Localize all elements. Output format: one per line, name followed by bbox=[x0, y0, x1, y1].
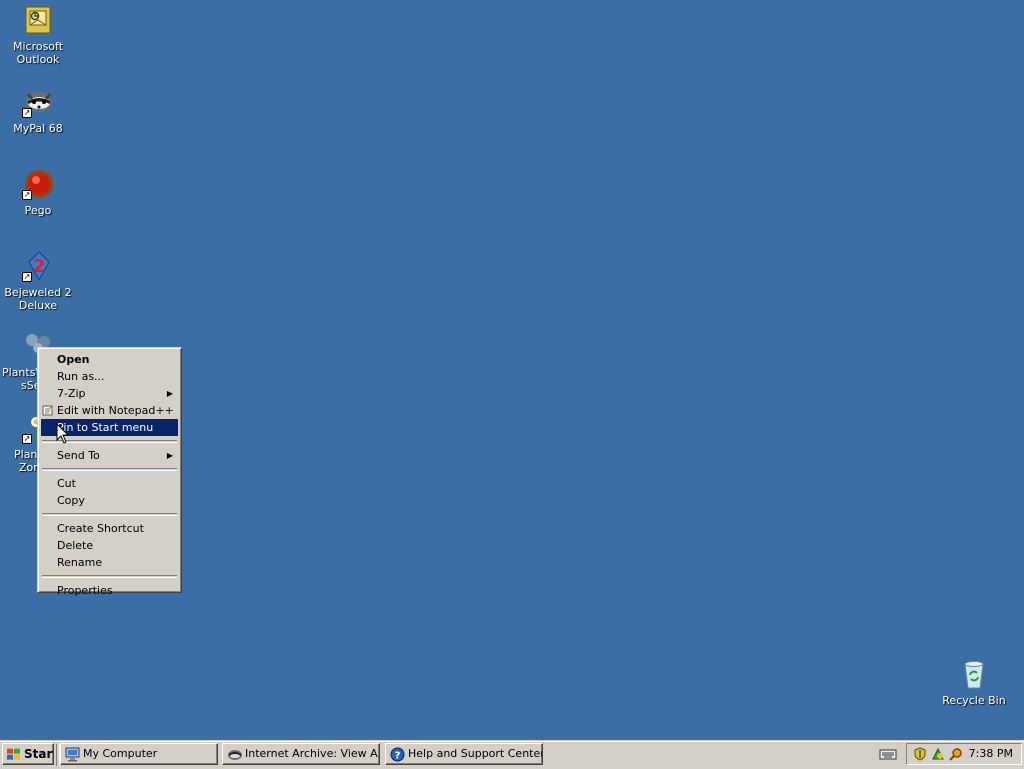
desktop-icon-bejeweled-2-deluxe[interactable]: 2 ↗ Bejeweled 2 Deluxe bbox=[0, 250, 76, 312]
menu-item-run-as[interactable]: Run as... bbox=[41, 368, 178, 385]
search-magnifier-tray-icon[interactable] bbox=[949, 747, 963, 761]
submenu-arrow-icon: ▶ bbox=[166, 389, 173, 398]
taskbar: Start My Computer Internet Archive: View… bbox=[0, 740, 1024, 769]
menu-item-cut[interactable]: Cut bbox=[41, 475, 178, 492]
shortcut-arrow-icon: ↗ bbox=[22, 190, 32, 200]
menu-item-send-to[interactable]: Send To ▶ bbox=[41, 447, 178, 464]
shortcut-arrow-icon: ↗ bbox=[22, 272, 32, 282]
start-button[interactable]: Start bbox=[2, 743, 54, 765]
notepad-plus-plus-icon bbox=[42, 405, 53, 416]
desktop-icon-mypal-68[interactable]: ↗ MyPal 68 bbox=[0, 86, 76, 135]
svg-text:?: ? bbox=[395, 751, 401, 762]
menu-item-copy[interactable]: Copy bbox=[41, 492, 178, 509]
task-button-label: Internet Archive: View A... bbox=[245, 747, 380, 760]
clock[interactable]: 7:38 PM bbox=[969, 744, 1013, 764]
outlook-icon bbox=[22, 4, 54, 36]
menu-item-label: Edit with Notepad++ bbox=[57, 404, 174, 417]
keyboard-language-icon[interactable] bbox=[879, 747, 897, 761]
shortcut-arrow-icon: ↗ bbox=[22, 434, 32, 444]
menu-item-properties[interactable]: Properties bbox=[41, 582, 178, 599]
context-menu: Open Run as... 7-Zip ▶ Edit with Notepad… bbox=[37, 347, 182, 597]
security-shield-icon[interactable] bbox=[913, 747, 927, 761]
desktop-icon-label: Recycle Bin bbox=[942, 694, 1006, 707]
desktop-icon-microsoft-outlook[interactable]: Microsoft Outlook bbox=[0, 4, 76, 66]
menu-item-edit-with-notepad[interactable]: Edit with Notepad++ bbox=[41, 402, 178, 419]
bejeweled-icon: 2 ↗ bbox=[22, 250, 54, 282]
my-computer-icon bbox=[65, 747, 80, 762]
submenu-arrow-icon: ▶ bbox=[166, 451, 173, 460]
shortcut-arrow-icon: ↗ bbox=[22, 108, 32, 118]
menu-item-open[interactable]: Open bbox=[41, 351, 178, 368]
svg-text:2: 2 bbox=[33, 256, 46, 277]
desktop-icon-label: Bejeweled 2 Deluxe bbox=[4, 286, 72, 312]
browser-icon bbox=[228, 750, 242, 760]
desktop-icon-pego[interactable]: ↗ Pego bbox=[0, 168, 76, 217]
menu-item-label: Send To bbox=[57, 449, 100, 462]
windows-logo-icon bbox=[7, 748, 20, 760]
task-button-internet-archive[interactable]: Internet Archive: View A... bbox=[222, 743, 380, 765]
desktop-icon-label: Pego bbox=[24, 204, 52, 217]
menu-separator bbox=[42, 513, 177, 516]
task-button-my-computer[interactable]: My Computer bbox=[60, 743, 218, 765]
start-button-label: Start bbox=[24, 747, 53, 761]
menu-separator bbox=[42, 468, 177, 471]
recycle-bin-icon bbox=[958, 658, 990, 690]
mouse-cursor-icon bbox=[56, 423, 70, 444]
task-button-label: Help and Support Center bbox=[408, 747, 543, 760]
menu-separator bbox=[42, 575, 177, 578]
help-icon: ? bbox=[390, 747, 405, 762]
menu-item-7zip[interactable]: 7-Zip ▶ bbox=[41, 385, 178, 402]
desktop-icon-label: Microsoft Outlook bbox=[12, 40, 64, 66]
desktop-icon-recycle-bin[interactable]: Recycle Bin bbox=[936, 658, 1012, 707]
menu-item-create-shortcut[interactable]: Create Shortcut bbox=[41, 520, 178, 537]
task-button-help-and-support[interactable]: ? Help and Support Center bbox=[385, 743, 543, 765]
menu-item-rename[interactable]: Rename bbox=[41, 554, 178, 571]
menu-item-label: 7-Zip bbox=[57, 387, 86, 400]
network-tray-icon[interactable] bbox=[931, 747, 945, 761]
menu-item-delete[interactable]: Delete bbox=[41, 537, 178, 554]
mypal-icon: ↗ bbox=[22, 86, 54, 118]
desktop-icon-label: MyPal 68 bbox=[13, 122, 63, 135]
pego-icon: ↗ bbox=[22, 168, 54, 200]
task-button-label: My Computer bbox=[83, 747, 158, 760]
system-tray: 7:38 PM bbox=[906, 743, 1022, 765]
